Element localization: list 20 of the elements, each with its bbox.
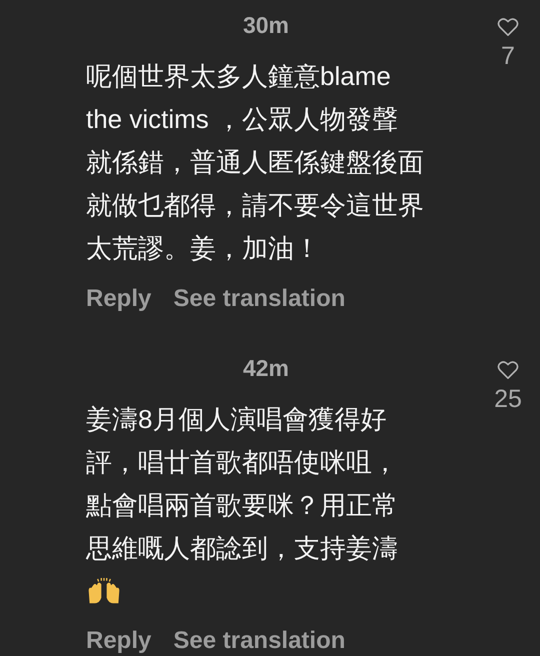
heart-icon[interactable]	[497, 360, 519, 380]
comment-text: 就係錯，普通人匿係鍵盤後面	[86, 146, 424, 179]
like-count: 25	[494, 384, 522, 414]
action-link[interactable]: See translation	[173, 284, 346, 314]
like-count: 7	[501, 41, 515, 71]
comment-text: 太荒謬。姜，加油！	[86, 232, 320, 265]
comment-text: 就做乜都得，請不要令這世界	[86, 189, 424, 222]
raised-hands-icon	[86, 578, 122, 604]
comment-text: 評，唱廿首歌都唔使咪咀，	[86, 446, 398, 479]
action-link[interactable]: Reply	[86, 284, 152, 314]
comment-text: 呢個世界太多人鐘意blame	[86, 60, 391, 93]
comment-text: 點會唱兩首歌要咪？用正常	[86, 489, 398, 522]
comment-text: 姜濤8月個人演唱會獲得好	[86, 403, 386, 436]
timestamp: 30m	[242, 11, 290, 40]
comment-text: the victims ，公眾人物發聲	[86, 103, 398, 136]
action-link[interactable]: Reply	[86, 626, 152, 656]
action-link[interactable]: See translation	[173, 626, 346, 656]
comment-text: 思維嘅人都諗到，支持姜濤	[86, 532, 398, 565]
heart-icon[interactable]	[497, 17, 519, 37]
timestamp: 42m	[242, 354, 290, 383]
